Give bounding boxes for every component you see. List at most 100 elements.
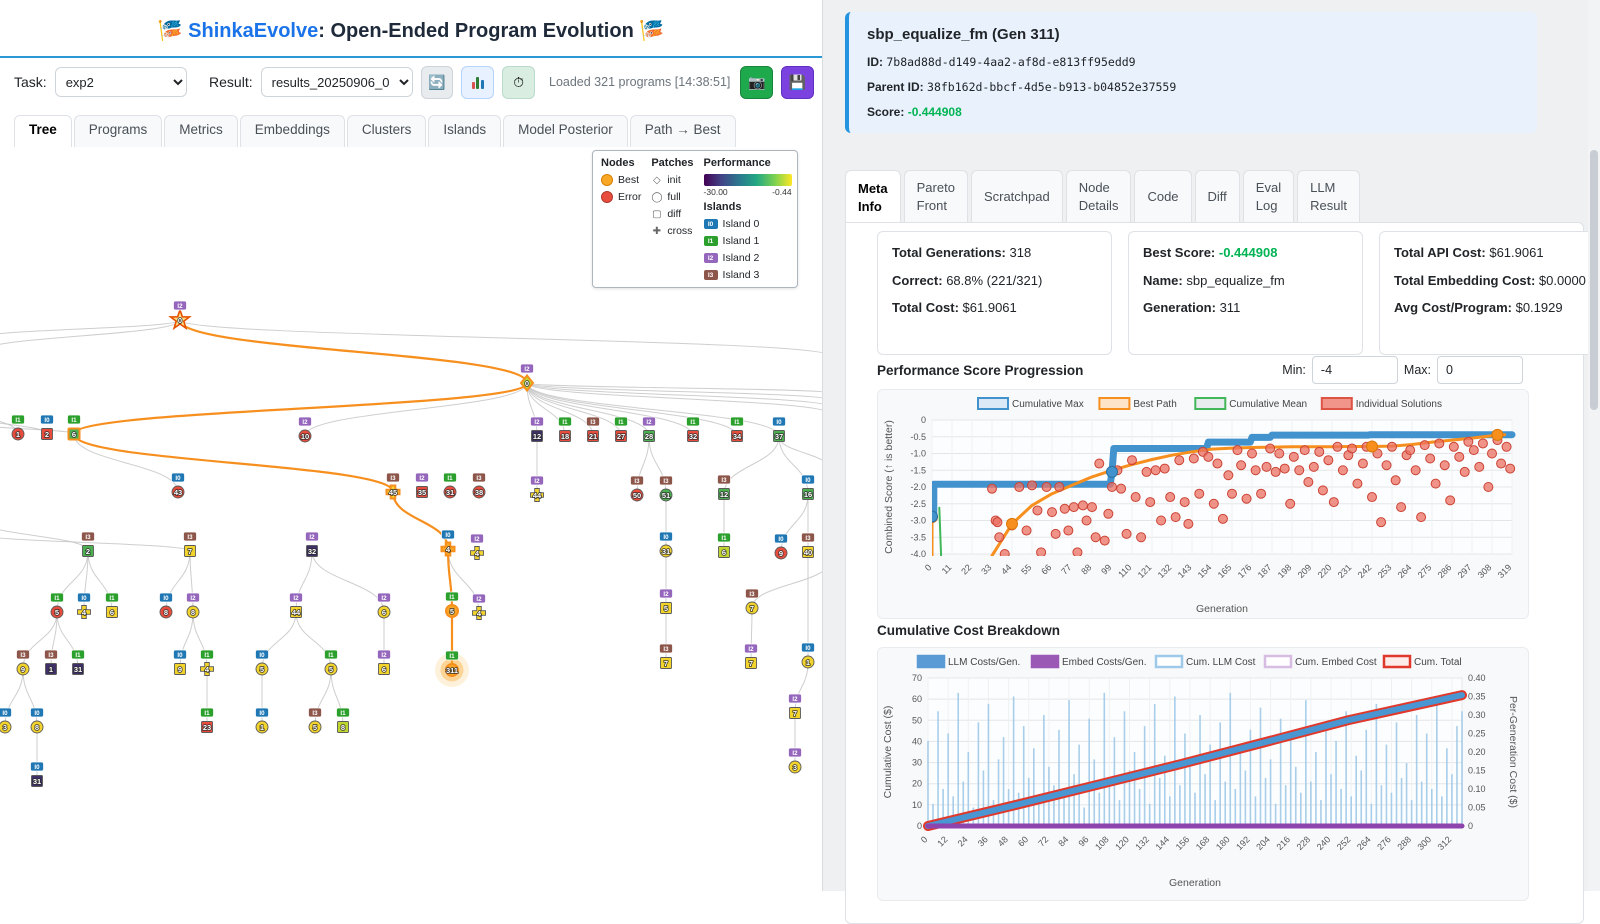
tab-tree[interactable]: Tree — [14, 115, 72, 148]
svg-text:-4.0: -4.0 — [910, 549, 926, 559]
svg-text:I2: I2 — [524, 366, 530, 373]
svg-text:I0: I0 — [259, 652, 265, 659]
tab-model-posterior[interactable]: Model Posterior — [503, 115, 628, 147]
cost-bar — [1320, 800, 1322, 826]
tree-node[interactable]: I131 — [444, 473, 457, 498]
chart-button[interactable] — [461, 66, 494, 99]
tree-node[interactable]: I338 — [473, 473, 486, 498]
tab-path-best[interactable]: Path → Best — [630, 115, 736, 147]
tab-llm-result[interactable]: LLM Result — [1297, 170, 1360, 223]
tree-node[interactable]: I24 — [473, 594, 486, 620]
tree-node[interactable]: I127 — [615, 417, 628, 442]
cost-bar — [1245, 771, 1247, 827]
colorbar-min: -30.00 — [704, 187, 728, 197]
svg-text:I1: I1 — [562, 419, 568, 426]
scatter-point — [1497, 459, 1506, 468]
tree-node[interactable]: I321 — [587, 417, 600, 442]
tab-embeddings[interactable]: Embeddings — [240, 115, 345, 147]
tree-node[interactable]: I235 — [416, 473, 429, 498]
result-select[interactable]: results_20250906_031 — [261, 67, 413, 97]
scatter-point — [1151, 466, 1160, 475]
tree-node[interactable]: I26 — [378, 593, 391, 618]
tree-node[interactable]: I05 — [256, 650, 269, 675]
node-label: 5 — [450, 607, 454, 616]
node-label: 1 — [260, 723, 264, 732]
svg-text:I0: I0 — [81, 595, 87, 602]
refresh-button[interactable]: 🔄 — [421, 66, 454, 99]
node-label: 2 — [86, 547, 90, 556]
tab-meta-info[interactable]: Meta Info — [845, 170, 901, 224]
tab-programs[interactable]: Programs — [74, 115, 163, 147]
tree-node[interactable]: I037 — [773, 417, 786, 442]
tree-node[interactable]: I244 — [531, 476, 544, 502]
tab-code[interactable]: Code — [1134, 170, 1191, 223]
tree-node[interactable]: I15 — [446, 592, 459, 617]
tree-node[interactable]: I02 — [41, 415, 54, 440]
node-label: 23 — [203, 723, 211, 732]
svg-text:253: 253 — [1376, 562, 1394, 580]
min-input[interactable] — [1312, 356, 1398, 384]
svg-text:0.35: 0.35 — [1468, 692, 1486, 702]
tree-node[interactable]: I16 — [68, 415, 81, 440]
svg-text:I0: I0 — [163, 595, 169, 602]
scrollbar-thumb[interactable] — [1590, 150, 1598, 410]
tree-node[interactable]: I232 — [306, 532, 319, 557]
node-label: 31 — [446, 488, 454, 497]
node-label: 6 — [110, 608, 114, 617]
tree-node[interactable]: I228 — [643, 417, 656, 442]
task-select[interactable]: exp2 — [55, 67, 187, 97]
title-rest: : Open-Ended Program Evolution — [318, 20, 634, 42]
tree-node[interactable]: I15 — [325, 650, 338, 675]
svg-text:Cum. Total: Cum. Total — [1414, 657, 1462, 668]
tab-eval-log[interactable]: Eval Log — [1243, 170, 1294, 223]
screenshot-button[interactable]: 📷 — [740, 66, 773, 99]
meta-stat: Best Score: -0.444908 — [1143, 244, 1348, 262]
tree-node[interactable]: I118 — [559, 417, 572, 442]
tree-node[interactable]: I37 — [746, 589, 759, 614]
svg-text:I0: I0 — [259, 710, 265, 717]
legend-nodes-col: Nodes BestError — [601, 157, 641, 281]
scatter-point — [1426, 454, 1435, 463]
cost-bar — [1381, 785, 1383, 826]
tree-node[interactable]: I312 — [718, 475, 731, 500]
save-button[interactable]: 💾 — [781, 66, 814, 99]
tree-node[interactable]: I32 — [82, 532, 95, 557]
cost-bar — [1325, 726, 1327, 826]
node-label: 8 — [191, 608, 195, 617]
svg-text:I0: I0 — [34, 710, 40, 717]
tree-node[interactable]: I016 — [802, 475, 815, 500]
tree-node[interactable]: I1311 — [435, 651, 469, 687]
id-value: 7b8ad88d-d149-4aa2-af8d-e813ff95edd9 — [886, 55, 1135, 69]
svg-text:0: 0 — [1468, 821, 1473, 831]
legend-island-3: I3Island 3 — [704, 269, 792, 281]
tree-node[interactable]: I14 — [201, 650, 214, 676]
tree-node[interactable]: I043 — [172, 473, 185, 498]
tree-node[interactable]: I37 — [184, 532, 197, 557]
svg-text:I2: I2 — [309, 534, 315, 541]
svg-text:40: 40 — [912, 736, 922, 746]
node-label: 45 — [389, 488, 397, 497]
meta-stat: Name: sbp_equalize_fm — [1143, 272, 1348, 290]
svg-text:-0.5: -0.5 — [910, 432, 926, 442]
tab-diff[interactable]: Diff — [1195, 170, 1240, 223]
tree-node[interactable]: I20 — [171, 301, 190, 328]
tree-node[interactable]: I39 — [17, 650, 30, 675]
tree-node[interactable]: I24 — [471, 534, 484, 560]
svg-text:Combined Score (↑ is better): Combined Score (↑ is better) — [883, 420, 895, 554]
tab-clusters[interactable]: Clusters — [347, 115, 427, 147]
tab-scratchpad[interactable]: Scratchpad — [971, 170, 1063, 223]
tab-pareto-front[interactable]: Pareto Front — [904, 170, 968, 223]
tab-node-details[interactable]: Node Details — [1066, 170, 1132, 223]
timer-button[interactable]: ⏱ — [502, 66, 535, 99]
node-id-line: ID: 7b8ad88d-d149-4aa2-af8d-e813ff95edd9 — [867, 55, 1519, 69]
max-input[interactable] — [1437, 356, 1523, 384]
tree-node[interactable]: I04 — [442, 530, 455, 556]
tree-node[interactable]: I04 — [78, 593, 91, 619]
legend-islands-title: Islands — [704, 201, 792, 213]
tab-islands[interactable]: Islands — [428, 115, 501, 147]
tab-metrics[interactable]: Metrics — [164, 115, 238, 147]
scrollbar-track[interactable] — [1588, 0, 1600, 891]
tree-node[interactable]: I15 — [51, 593, 64, 618]
scatter-point — [1484, 483, 1493, 492]
scatter-point — [1128, 456, 1137, 465]
